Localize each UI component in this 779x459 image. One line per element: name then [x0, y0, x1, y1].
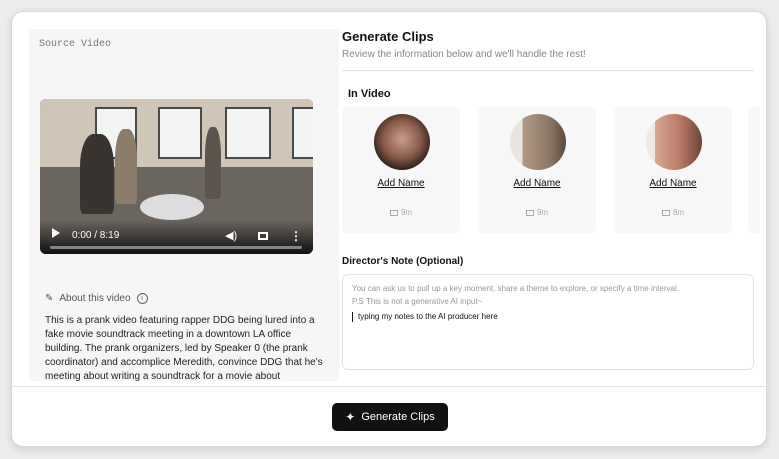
add-name-link[interactable]: Add Name — [614, 178, 732, 189]
person-card: Add Name 8m — [614, 107, 732, 233]
play-icon[interactable] — [52, 228, 60, 238]
video-time: 0:00 / 8:19 — [72, 230, 120, 241]
more-options-icon[interactable]: ⋮ — [290, 229, 302, 243]
source-video-panel: Source Video 0:00 / 8:19 ◀) ⋮ ✎ About th… — [29, 29, 339, 381]
add-name-link[interactable]: Add Name — [478, 178, 596, 189]
text-caret — [352, 312, 353, 322]
about-video-header: ✎ About this video i — [45, 293, 148, 304]
video-description: This is a prank video featuring rapper D… — [45, 315, 323, 381]
divider — [342, 70, 754, 71]
source-video-label: Source Video — [39, 39, 112, 50]
person-avatar — [646, 114, 702, 170]
generate-clips-button[interactable]: ✦ Generate Clips — [332, 403, 448, 431]
monitor-icon — [661, 209, 670, 216]
about-video-label: About this video — [59, 293, 131, 304]
monitor-icon — [389, 209, 398, 216]
info-icon[interactable]: i — [136, 293, 148, 304]
in-video-heading: In Video — [348, 88, 391, 100]
monitor-icon — [525, 209, 534, 216]
generate-clips-dialog: Source Video 0:00 / 8:19 ◀) ⋮ ✎ About th… — [11, 11, 767, 447]
directors-note-input[interactable]: You can ask us to pull up a key moment, … — [342, 274, 754, 370]
footer-divider — [12, 386, 766, 387]
video-progress-bar[interactable] — [50, 246, 302, 249]
add-name-link[interactable]: Add Name — [342, 178, 460, 189]
fullscreen-icon[interactable] — [258, 232, 268, 240]
page-title: Generate Clips — [342, 29, 434, 44]
person-duration: 8m — [614, 208, 732, 217]
generate-clips-label: Generate Clips — [361, 411, 435, 423]
person-card-partial — [748, 107, 760, 233]
person-card: Add Name 9m — [478, 107, 596, 233]
page-subtitle: Review the information below and we'll h… — [342, 49, 586, 60]
clip-settings-panel: Generate Clips Review the information be… — [342, 12, 766, 384]
note-placeholder-line1: You can ask us to pull up a key moment, … — [352, 284, 679, 293]
person-duration: 9m — [478, 208, 596, 217]
note-placeholder-line2: P.S This is not a generative AI input~ — [352, 297, 483, 306]
pencil-icon: ✎ — [45, 293, 54, 304]
person-avatar — [374, 114, 430, 170]
directors-note-label: Director's Note (Optional) — [342, 256, 464, 267]
person-card: Add Name 9m — [342, 107, 460, 233]
volume-icon[interactable]: ◀) — [225, 229, 237, 242]
person-avatar — [510, 114, 566, 170]
person-duration: 9m — [342, 208, 460, 217]
video-controls: 0:00 / 8:19 ◀) ⋮ — [40, 220, 313, 254]
sparkle-icon: ✦ — [345, 410, 356, 424]
note-typed-text: typing my notes to the AI producer here — [352, 312, 498, 322]
video-player[interactable]: 0:00 / 8:19 ◀) ⋮ — [40, 99, 313, 254]
